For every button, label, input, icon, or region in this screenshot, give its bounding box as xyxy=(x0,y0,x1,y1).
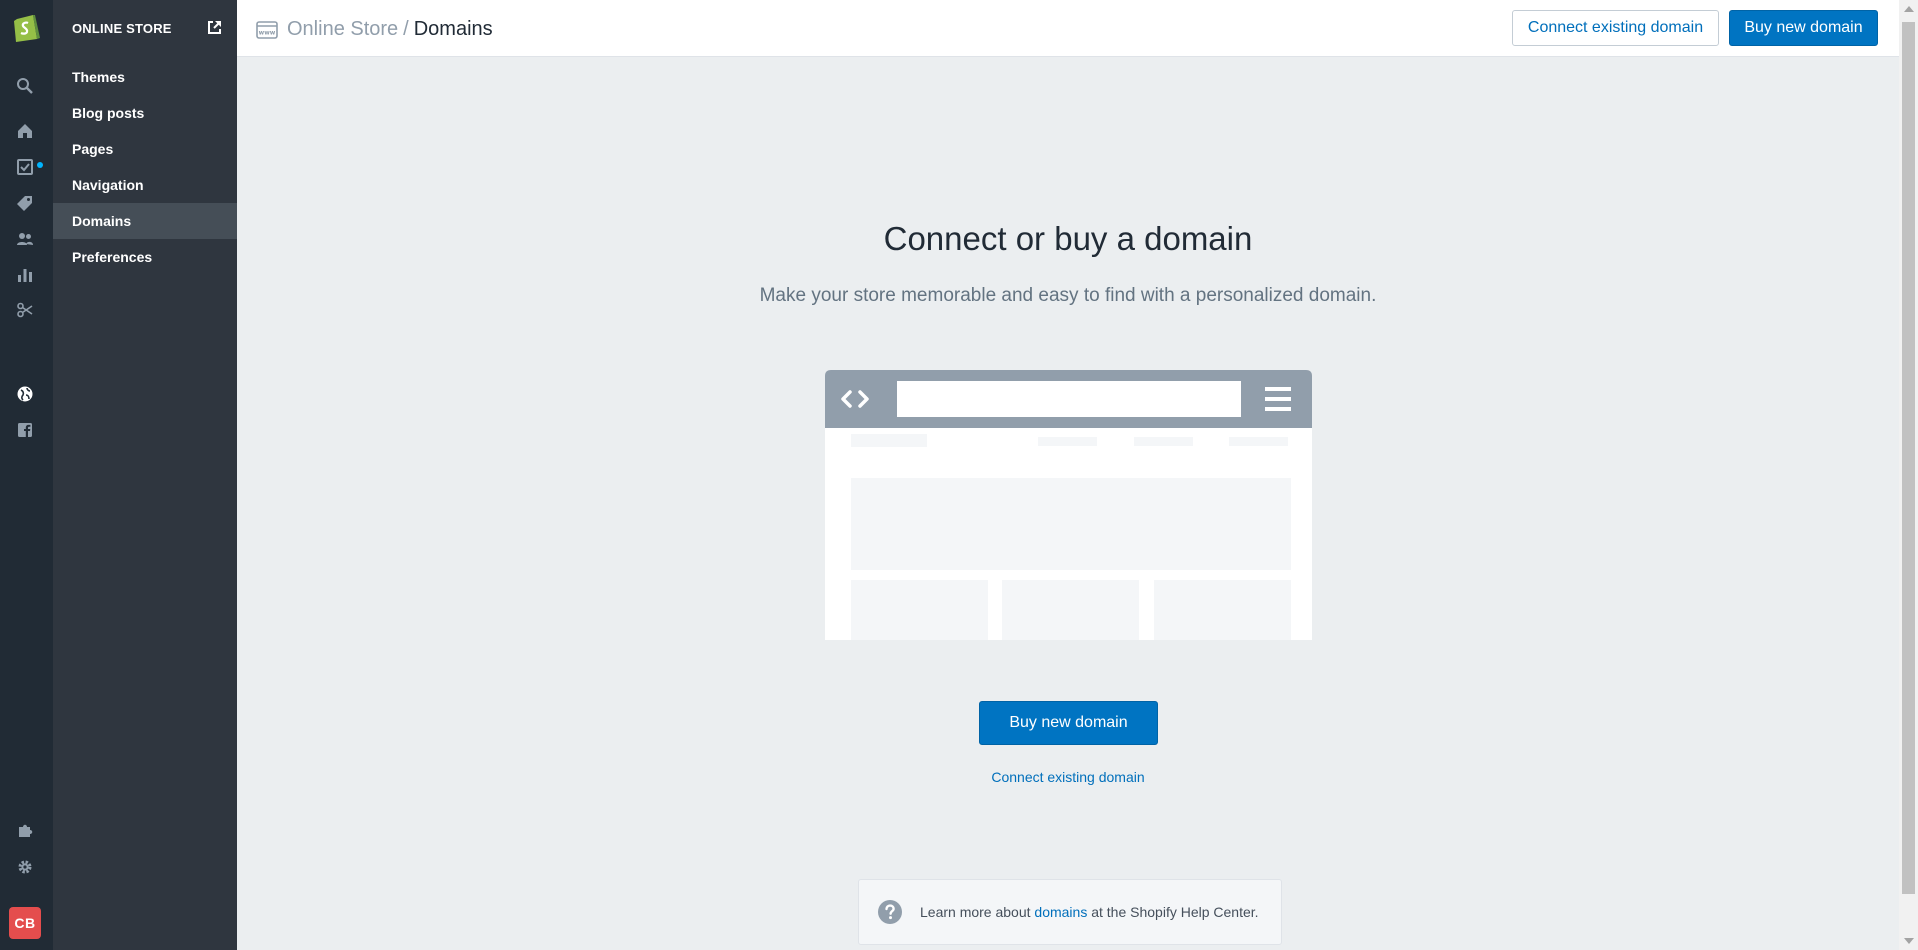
search-icon[interactable] xyxy=(15,76,35,96)
svg-text:www: www xyxy=(259,29,276,36)
empty-state-buy-domain-button[interactable]: Buy new domain xyxy=(979,701,1158,745)
discounts-icon[interactable] xyxy=(15,300,35,320)
scroll-up-arrow-icon[interactable] xyxy=(1904,6,1914,12)
sidebar-item-domains[interactable]: Domains xyxy=(53,203,237,239)
help-question-icon xyxy=(878,900,902,924)
sidebar-item-themes[interactable]: Themes xyxy=(53,59,237,95)
icon-rail: CB xyxy=(0,0,53,950)
analytics-icon[interactable] xyxy=(15,265,35,285)
empty-state-connect-domain-link[interactable]: Connect existing domain xyxy=(237,769,1899,785)
scrollbar-thumb[interactable] xyxy=(1902,22,1915,894)
connect-existing-domain-button[interactable]: Connect existing domain xyxy=(1512,10,1719,46)
help-domains-link[interactable]: domains xyxy=(1034,904,1087,920)
sidebar-item-blog-posts[interactable]: Blog posts xyxy=(53,95,237,131)
browser-illustration xyxy=(825,370,1312,640)
products-tag-icon[interactable] xyxy=(15,193,35,213)
store-avatar[interactable]: CB xyxy=(9,907,41,939)
notification-dot xyxy=(37,162,43,168)
online-store-globe-icon[interactable] xyxy=(15,384,35,404)
shopify-logo-icon[interactable] xyxy=(13,12,40,42)
breadcrumb-separator: / xyxy=(403,18,409,40)
sidebar-menu: Themes Blog posts Pages Navigation Domai… xyxy=(53,59,237,275)
page-scrollbar[interactable] xyxy=(1899,0,1918,950)
home-icon[interactable] xyxy=(15,121,35,141)
scroll-down-arrow-icon[interactable] xyxy=(1904,938,1914,944)
facebook-icon[interactable] xyxy=(15,420,35,440)
orders-icon[interactable] xyxy=(15,157,35,177)
sidebar-item-pages[interactable]: Pages xyxy=(53,131,237,167)
page-title: Domains xyxy=(413,18,493,40)
sidebar-section-title: ONLINE STORE xyxy=(72,21,172,36)
help-text: Learn more about domains at the Shopify … xyxy=(920,904,1259,920)
buy-new-domain-button[interactable]: Buy new domain xyxy=(1729,10,1878,46)
customers-icon[interactable] xyxy=(15,229,35,249)
breadcrumb: www Online Store / Domains xyxy=(256,18,493,41)
sidebar-item-navigation[interactable]: Navigation xyxy=(53,167,237,203)
main-content: Connect or buy a domain Make your store … xyxy=(237,57,1899,950)
empty-state-subtitle: Make your store memorable and easy to fi… xyxy=(759,285,1377,306)
sidebar-header: ONLINE STORE xyxy=(72,20,222,38)
sidebar-item-preferences[interactable]: Preferences xyxy=(53,239,237,275)
empty-state-title: Connect or buy a domain xyxy=(883,220,1253,257)
settings-gear-icon[interactable] xyxy=(15,857,35,877)
help-suffix: at the Shopify Help Center. xyxy=(1087,904,1259,920)
help-prefix: Learn more about xyxy=(920,904,1035,920)
help-footer: Learn more about domains at the Shopify … xyxy=(858,879,1282,945)
domain-www-icon: www xyxy=(256,19,278,41)
breadcrumb-parent[interactable]: Online Store xyxy=(287,18,398,41)
external-link-icon[interactable] xyxy=(207,20,222,35)
online-store-sidebar: ONLINE STORE Themes Blog posts Pages Nav… xyxy=(53,0,237,950)
apps-puzzle-icon[interactable] xyxy=(15,820,35,840)
top-bar: www Online Store / Domains Connect exist… xyxy=(237,0,1899,57)
